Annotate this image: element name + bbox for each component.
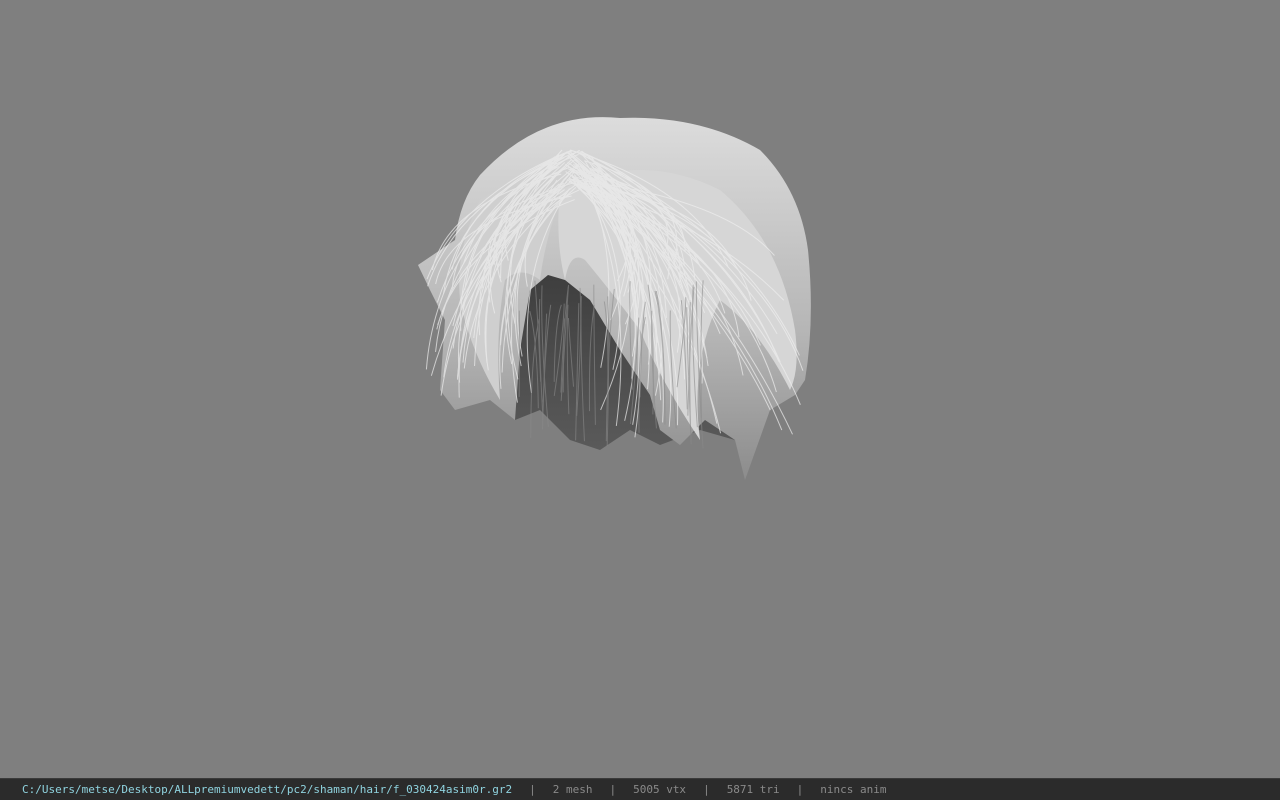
vertex-count: 5005 vtx [633, 783, 687, 796]
triangle-count: 5871 tri [726, 783, 780, 796]
separator: | [609, 783, 617, 796]
separator: | [703, 783, 710, 796]
mesh-count: 2 mesh [552, 783, 593, 796]
file-path: C:/Users/metse/Desktop/ALLpremiumvedett/… [22, 783, 513, 796]
separator: | [796, 783, 804, 796]
status-bar: C:/Users/metse/Desktop/ALLpremiumvedett/… [0, 778, 1280, 800]
3d-viewport[interactable] [0, 0, 1280, 778]
hair-mesh-model[interactable] [0, 0, 1280, 778]
separator: | [529, 783, 536, 796]
animation-status: nincs anim [820, 783, 887, 796]
